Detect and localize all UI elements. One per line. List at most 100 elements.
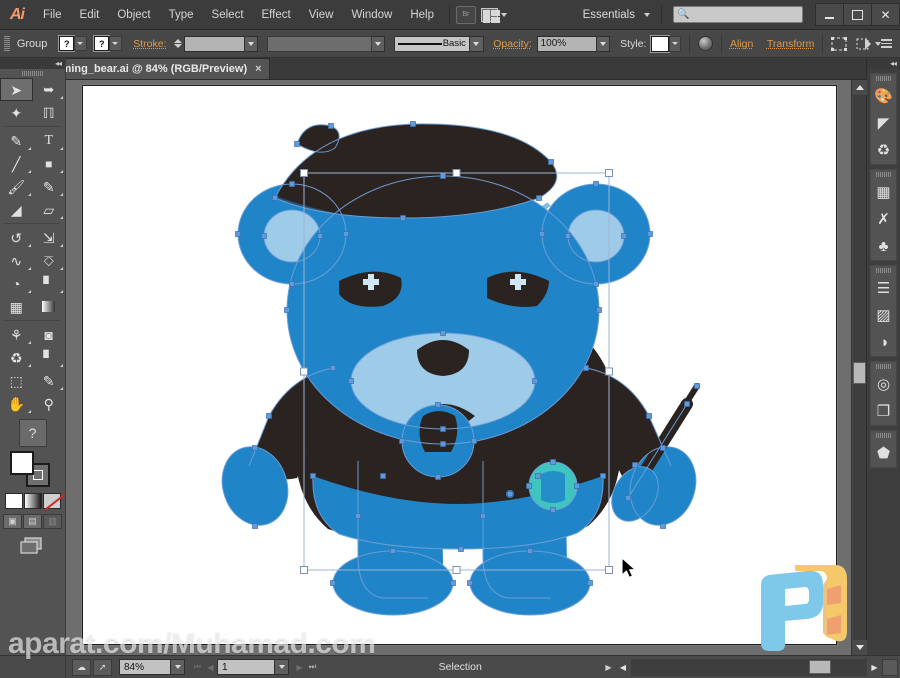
- tool-gradient[interactable]: [33, 295, 66, 318]
- stroke-dropdown-icon[interactable]: [109, 36, 122, 51]
- close-button[interactable]: ✕: [871, 3, 900, 26]
- isolate-selected-object-icon[interactable]: [831, 37, 847, 51]
- last-artboard-button[interactable]: ⏭: [306, 659, 319, 675]
- menu-edit[interactable]: Edit: [71, 0, 109, 30]
- appearance-panel-icon[interactable]: ◎: [871, 371, 896, 398]
- opacity-dropdown-icon[interactable]: [597, 36, 611, 52]
- layers-panel-icon[interactable]: ⬟: [871, 440, 896, 467]
- edit-clipping-mask-icon[interactable]: [856, 37, 872, 51]
- opacity-field[interactable]: 100%: [537, 36, 597, 52]
- menu-type[interactable]: Type: [160, 0, 203, 30]
- workspace-switcher-label[interactable]: Essentials: [583, 9, 639, 21]
- share-on-behance-icon[interactable]: ➚: [93, 659, 112, 676]
- vertical-scroll-thumb[interactable]: [853, 362, 866, 384]
- tool-eraser[interactable]: ▱: [33, 198, 66, 221]
- fill-swatch-large[interactable]: [10, 451, 34, 475]
- tool-blend[interactable]: ◙: [33, 323, 66, 346]
- fill-color-swatch[interactable]: ?: [59, 36, 74, 51]
- gradient-panel-icon[interactable]: ▨: [871, 302, 896, 329]
- tool-mesh[interactable]: ▦: [0, 295, 33, 318]
- menu-object[interactable]: Object: [108, 0, 159, 30]
- draw-inside-button[interactable]: ▥: [43, 514, 62, 529]
- fill-dropdown-icon[interactable]: [74, 36, 87, 51]
- menu-select[interactable]: Select: [203, 0, 253, 30]
- stroke-weight-field[interactable]: [184, 36, 244, 52]
- scroll-left-button[interactable]: ◀: [616, 659, 631, 676]
- maximize-button[interactable]: [843, 3, 872, 26]
- graphic-style-swatch[interactable]: [651, 36, 669, 52]
- minimize-button[interactable]: [815, 3, 844, 26]
- tool-rotate[interactable]: ↺: [0, 226, 33, 249]
- change-screen-mode-icon[interactable]: [19, 536, 47, 556]
- search-field[interactable]: 🔍: [673, 6, 803, 23]
- tool-scale[interactable]: ⇲: [33, 226, 66, 249]
- tool-hand[interactable]: ✋: [0, 392, 33, 415]
- panel-group-gripper-4[interactable]: [871, 362, 896, 371]
- help-question-icon[interactable]: ?: [19, 419, 47, 447]
- color-guide-panel-icon[interactable]: ◤: [871, 110, 896, 137]
- tool-symbol-sprayer[interactable]: ♻: [0, 346, 33, 369]
- tool-direct-selection[interactable]: ➥: [33, 78, 66, 101]
- artboard[interactable]: [82, 85, 837, 645]
- symbols-panel-icon[interactable]: ♣: [871, 233, 896, 260]
- menu-effect[interactable]: Effect: [253, 0, 300, 30]
- arrange-documents-button[interactable]: [476, 4, 512, 26]
- scroll-right-button[interactable]: ▶: [867, 659, 882, 676]
- draw-behind-button[interactable]: ▤: [23, 514, 42, 529]
- horizontal-scroll-track[interactable]: [631, 659, 868, 676]
- stroke-panel-icon[interactable]: ☰: [871, 275, 896, 302]
- horizontal-scrollbar[interactable]: ◀ ▶: [616, 659, 899, 676]
- tool-free-transform[interactable]: ⎏: [33, 249, 66, 272]
- document-canvas-area[interactable]: [66, 80, 856, 655]
- status-menu-icon[interactable]: ▶: [602, 663, 616, 672]
- status-indicator-text[interactable]: Selection: [319, 661, 602, 673]
- color-mode-none-button[interactable]: [43, 493, 61, 509]
- align-button[interactable]: Align: [730, 38, 753, 50]
- kuler-panel-icon[interactable]: ♻: [871, 137, 896, 164]
- scroll-up-button[interactable]: [852, 80, 867, 95]
- panel-group-gripper-1[interactable]: [871, 74, 896, 83]
- scroll-down-button[interactable]: [852, 640, 867, 655]
- search-input[interactable]: [689, 9, 795, 20]
- tool-type[interactable]: T: [33, 129, 66, 152]
- tools-panel-header[interactable]: ◂◂: [0, 58, 65, 69]
- tool-column-graph[interactable]: ▘: [33, 346, 66, 369]
- previous-artboard-button[interactable]: ◀: [204, 659, 217, 675]
- brushes-panel-icon[interactable]: ✗: [871, 206, 896, 233]
- swatches-panel-icon[interactable]: ▦: [871, 179, 896, 206]
- tool-zoom[interactable]: ⚲: [33, 392, 66, 415]
- zoom-level-field[interactable]: 84%: [119, 659, 171, 675]
- opacity-label[interactable]: Opacity:: [493, 38, 532, 50]
- stroke-color-swatch[interactable]: ?: [94, 36, 109, 51]
- tool-shape-builder[interactable]: ◔: [0, 272, 33, 295]
- menu-view[interactable]: View: [300, 0, 343, 30]
- tool-pencil[interactable]: ✎: [33, 175, 66, 198]
- artboard-dropdown-icon[interactable]: [275, 659, 289, 675]
- stroke-weight-stepper[interactable]: [174, 39, 182, 48]
- tool-lasso[interactable]: ℿ: [33, 101, 66, 124]
- next-artboard-button[interactable]: ▶: [293, 659, 306, 675]
- tool-blob-brush[interactable]: ◢: [0, 198, 33, 221]
- tool-rectangle[interactable]: ■: [33, 152, 66, 175]
- stroke-weight-dropdown-icon[interactable]: [245, 36, 259, 52]
- color-mode-color-button[interactable]: [5, 493, 23, 509]
- menu-help[interactable]: Help: [401, 0, 443, 30]
- tool-selection[interactable]: ➤: [0, 78, 33, 101]
- draw-normal-button[interactable]: ▣: [3, 514, 22, 529]
- stroke-profile-dropdown-icon[interactable]: [372, 36, 386, 52]
- control-bar-gripper[interactable]: [4, 36, 10, 52]
- collapse-tools-icon[interactable]: ◂◂: [55, 59, 61, 68]
- document-tab-close-icon[interactable]: ×: [255, 63, 261, 75]
- horizontal-scroll-thumb[interactable]: [809, 660, 831, 674]
- bear-artwork[interactable]: [83, 86, 838, 646]
- tool-perspective-grid[interactable]: ▘: [33, 272, 66, 295]
- menu-window[interactable]: Window: [342, 0, 401, 30]
- tools-panel-gripper[interactable]: [0, 69, 65, 78]
- first-artboard-button[interactable]: ⏮: [191, 659, 204, 675]
- stroke-profile-field[interactable]: [267, 36, 372, 52]
- panel-group-gripper-2[interactable]: [871, 170, 896, 179]
- color-mode-gradient-button[interactable]: [24, 493, 42, 509]
- brush-dropdown-icon[interactable]: [470, 36, 484, 52]
- transform-button[interactable]: Transform: [767, 38, 814, 50]
- panel-group-gripper-5[interactable]: [871, 431, 896, 440]
